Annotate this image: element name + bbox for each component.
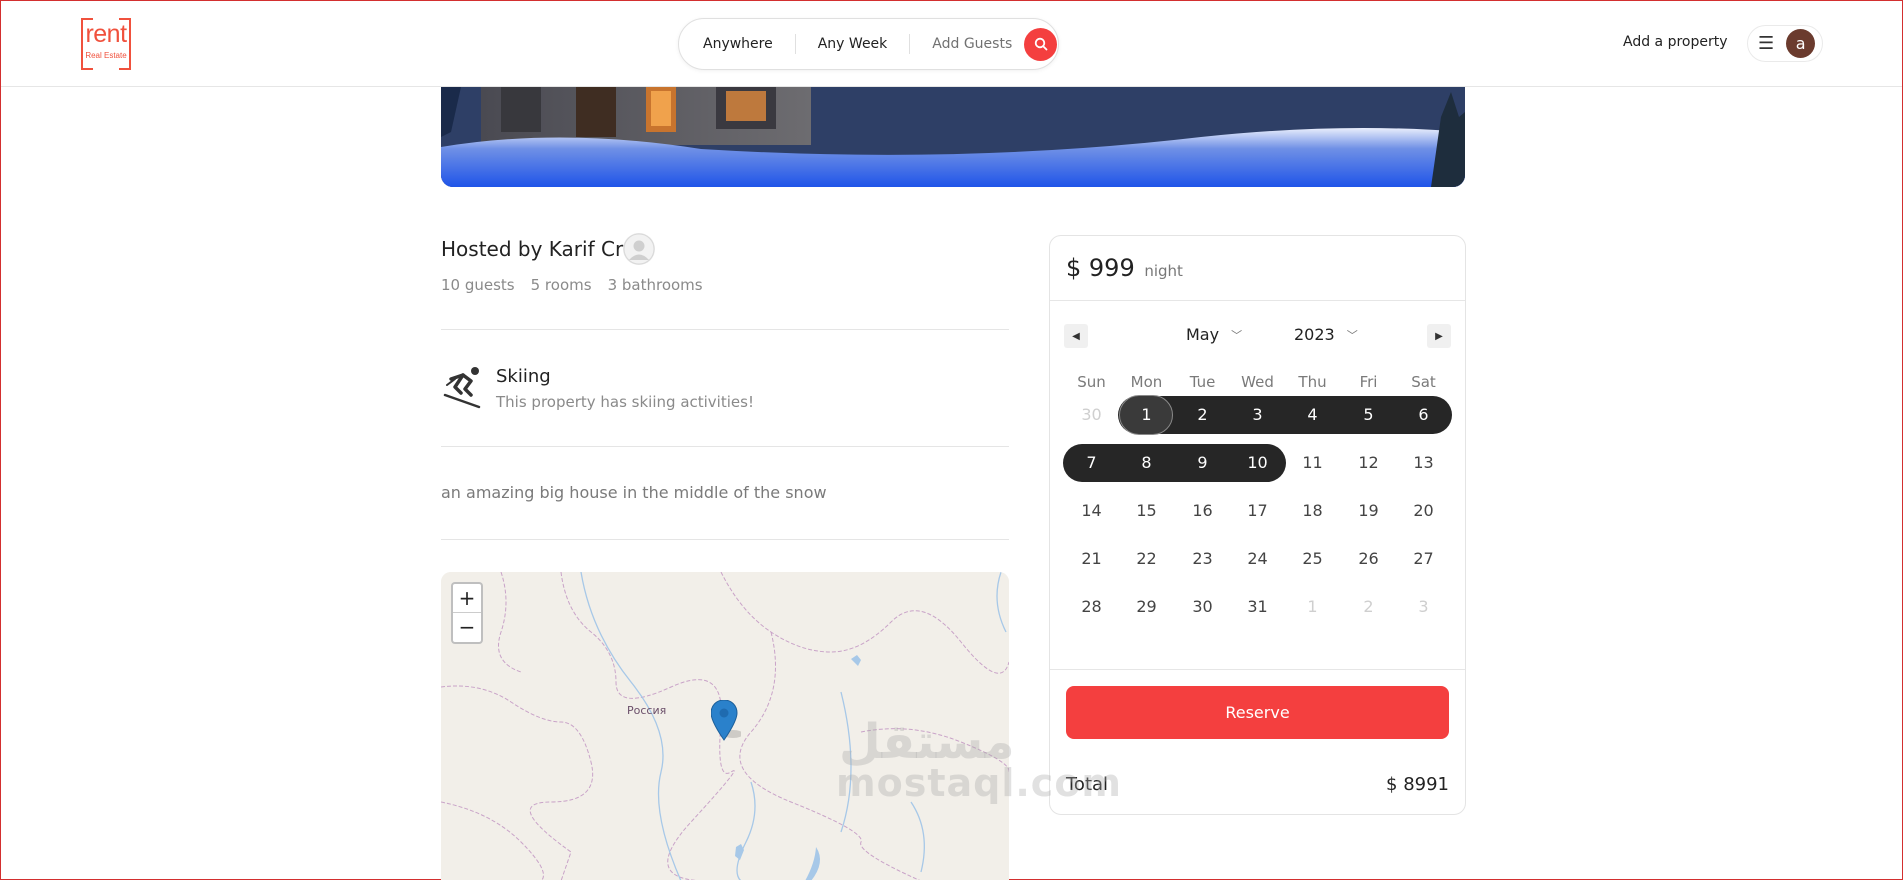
search-button[interactable] [1024,27,1058,61]
map-zoom-control: + − [451,582,483,644]
calendar-day[interactable]: 8 [1119,444,1174,482]
user-menu-button[interactable]: ☰ a [1747,25,1823,62]
calendar-day[interactable]: 18 [1285,492,1340,530]
logo-word: rent [85,20,127,48]
chevron-down-icon: ﹀ [1231,328,1243,342]
calendar-day[interactable]: 12 [1341,444,1396,482]
rent-logo[interactable]: rent Real Estate [81,18,131,70]
search-icon [1034,37,1048,51]
weekday-label: Fri [1359,373,1378,391]
calendar-day[interactable]: 23 [1175,540,1230,578]
calendar-day[interactable]: 9 [1175,444,1230,482]
month-select[interactable]: May ﹀ [1186,325,1242,344]
booking-card: $ 999 night ◀ May ﹀ 2023 ﹀ ▶ Sun Mon Tue We… [1049,235,1466,815]
calendar-day: 30 [1081,405,1102,424]
weekday-label: Sat [1411,373,1436,391]
calendar-day[interactable]: 22 [1119,540,1174,578]
calendar-day[interactable]: 10 [1230,444,1285,482]
caret-right-icon: ▶ [1435,330,1443,342]
zoom-in-button[interactable]: + [453,584,481,613]
calendar-day[interactable]: 14 [1064,492,1119,530]
user-placeholder-icon [623,233,655,265]
add-property-link[interactable]: Add a property [1623,34,1728,50]
top-navbar: rent Real Estate Anywhere Any Week Add G… [1,1,1902,87]
avatar: a [1786,29,1816,58]
skiing-icon [443,367,481,409]
calendar-day[interactable]: 15 [1119,492,1174,530]
year-select[interactable]: 2023 ﹀ [1294,325,1358,344]
calendar-day[interactable]: 2 [1175,396,1230,434]
calendar-day[interactable]: 17 [1230,492,1285,530]
card-divider [1050,669,1465,670]
guests-count: 10 guests [441,276,515,294]
logo-corner [81,68,93,70]
next-month-button[interactable]: ▶ [1427,324,1451,348]
weekday-label: Thu [1298,373,1327,391]
calendar-day: 1 [1307,597,1318,616]
calendar-day[interactable]: 30 [1175,588,1230,626]
total-value: $ 8991 [1386,774,1449,795]
watermark-latin: mostaql.com [836,761,1123,805]
price-per-night: $ 999 night [1066,254,1183,282]
calendar-day: 3 [1418,597,1429,616]
calendar-day[interactable]: 7 [1064,444,1119,482]
calendar-day[interactable]: 25 [1285,540,1340,578]
weekday-label: Sun [1077,373,1106,391]
caret-left-icon: ◀ [1072,330,1080,342]
calendar-day[interactable]: 4 [1285,396,1340,434]
month-value: May [1186,325,1220,344]
search-guests[interactable]: Add Guests [910,34,1024,54]
property-image [441,87,1465,187]
weekday-label: Mon [1130,373,1163,391]
calendar-day[interactable]: 31 [1230,588,1285,626]
section-divider [441,446,1009,447]
property-stats: 10 guests 5 rooms 3 bathrooms [441,276,703,294]
host-avatar[interactable] [623,233,655,265]
property-description: an amazing big house in the middle of th… [441,483,827,502]
calendar-day[interactable]: 1 [1119,396,1174,434]
calendar-day: 2 [1363,597,1374,616]
host-title: Hosted by Karif Crf [441,237,631,261]
calendar-day[interactable]: 11 [1285,444,1340,482]
calendar-day[interactable]: 27 [1396,540,1451,578]
weekday-label: Tue [1189,373,1216,391]
year-value: 2023 [1294,325,1335,344]
calendar-day[interactable]: 24 [1230,540,1285,578]
calendar-day[interactable]: 20 [1396,492,1451,530]
search-bar[interactable]: Anywhere Any Week Add Guests [678,18,1059,70]
search-where[interactable]: Anywhere [679,34,795,54]
map-pin-icon[interactable] [711,700,741,744]
calendar-day[interactable]: 28 [1064,588,1119,626]
zoom-out-button[interactable]: − [453,613,481,642]
reserve-button[interactable]: Reserve [1066,686,1449,739]
calendar-day[interactable]: 16 [1175,492,1230,530]
calendar-day[interactable]: 29 [1119,588,1174,626]
search-when[interactable]: Any Week [796,34,910,54]
map-country-label: Россия [627,704,667,717]
card-divider [1050,300,1465,301]
calendar-day[interactable]: 3 [1230,396,1285,434]
price-unit: night [1144,262,1183,280]
rooms-count: 5 rooms [530,276,592,294]
calendar-day[interactable]: 26 [1341,540,1396,578]
weekday-label: Wed [1241,373,1274,391]
hamburger-icon: ☰ [1758,32,1775,54]
logo-subtitle: Real Estate [85,51,127,60]
calendar-day[interactable]: 19 [1341,492,1396,530]
calendar-day[interactable]: 13 [1396,444,1451,482]
calendar-day[interactable]: 21 [1064,540,1119,578]
chevron-down-icon: ﹀ [1346,328,1358,342]
calendar-day[interactable]: 6 [1396,396,1451,434]
feature-description: This property has skiing activities! [496,393,754,411]
section-divider [441,539,1009,540]
section-divider [441,329,1009,330]
bathrooms-count: 3 bathrooms [607,276,703,294]
prev-month-button[interactable]: ◀ [1064,324,1088,348]
feature-title: Skiing [496,366,551,387]
calendar-day[interactable]: 5 [1341,396,1396,434]
price-value: $ 999 [1066,254,1135,282]
